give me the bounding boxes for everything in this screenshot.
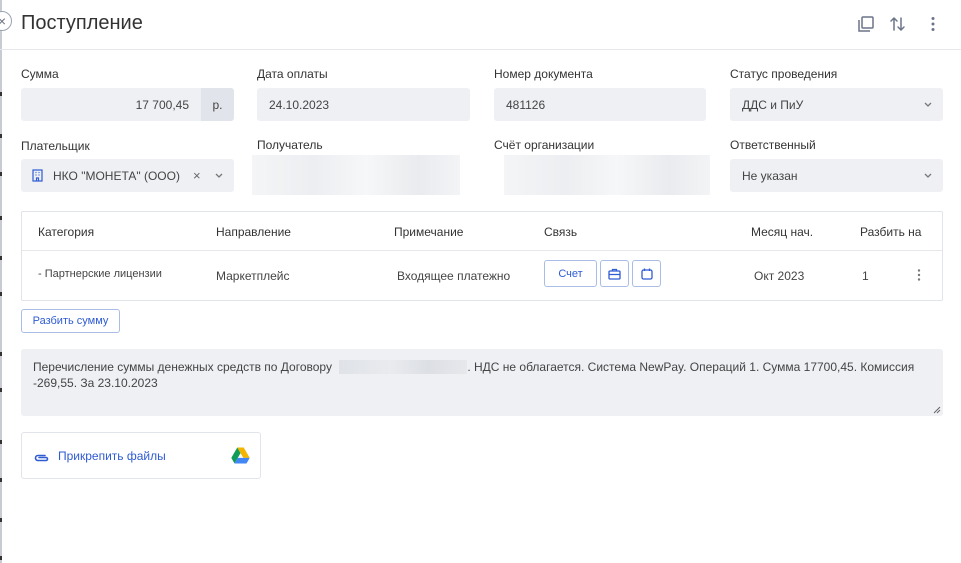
row-more-icon[interactable] (916, 268, 922, 287)
amount-input[interactable]: 17 700,45 (21, 88, 201, 121)
table-divider (22, 250, 942, 251)
column-header-category: Категория (38, 225, 95, 239)
recipient-field-redacted[interactable] (252, 155, 460, 195)
status-select[interactable]: ДДС и ПиУ (730, 88, 943, 121)
payer-value: НКО "МОНЕТА" (ООО) (53, 168, 180, 183)
chevron-down-icon (923, 99, 933, 109)
payer-select[interactable]: НКО "МОНЕТА" (ООО) × (21, 159, 234, 192)
attach-files-label[interactable]: Прикрепить файлы (58, 449, 166, 463)
calendar-icon[interactable] (632, 260, 661, 287)
payment-date-input[interactable]: 24.10.2023 (257, 88, 470, 121)
invoice-link-button[interactable]: Счет (544, 260, 597, 287)
column-header-month: Месяц нач. (751, 225, 814, 239)
chevron-down-icon (923, 170, 933, 180)
building-icon (31, 169, 44, 182)
page-title: Поступление (21, 12, 143, 34)
status-label: Статус проведения (730, 67, 838, 81)
column-header-link: Связь (544, 225, 578, 239)
column-header-split: Разбить на (860, 225, 922, 239)
sort-arrows-icon[interactable] (888, 14, 908, 34)
cell-direction[interactable]: Маркетплейс (216, 269, 290, 283)
chevron-down-icon (214, 170, 224, 180)
column-header-direction: Направление (216, 225, 291, 239)
split-amount-button[interactable]: Разбить сумму (21, 309, 120, 333)
panel-header: Поступление (0, 0, 961, 50)
cell-note[interactable]: Входящее платежно (397, 269, 510, 283)
cell-month[interactable]: Окт 2023 (754, 269, 804, 283)
more-vertical-icon[interactable] (923, 14, 943, 34)
currency-unit: р. (201, 88, 234, 121)
org-account-label: Счёт организации (494, 138, 595, 152)
cell-category[interactable]: - Партнерские лицензии (38, 268, 162, 280)
org-account-field-redacted[interactable] (504, 155, 710, 195)
resize-handle-icon[interactable] (933, 406, 941, 414)
cell-split[interactable]: 1 (862, 269, 869, 283)
google-drive-icon[interactable] (231, 447, 250, 469)
contract-number-redacted (339, 360, 468, 374)
status-value: ДДС и ПиУ (742, 97, 804, 112)
clear-icon[interactable]: × (193, 168, 201, 183)
comment-text-start: Перечисление суммы денежных средств по Д… (33, 360, 332, 374)
payer-label: Плательщик (21, 139, 90, 153)
responsible-label: Ответственный (730, 138, 816, 152)
responsible-select[interactable]: Не указан (730, 159, 943, 192)
paperclip-icon (34, 450, 50, 468)
attach-files-area[interactable]: Прикрепить файлы (21, 432, 261, 479)
comment-textarea[interactable]: Перечисление суммы денежных средств по Д… (21, 349, 943, 416)
responsible-value: Не указан (742, 168, 798, 183)
recipient-label: Получатель (257, 138, 323, 152)
doc-number-input[interactable]: 481126 (494, 88, 706, 121)
split-table: Категория Направление Примечание Связь М… (21, 211, 943, 301)
payment-date-label: Дата оплаты (257, 67, 328, 81)
column-header-note: Примечание (394, 225, 464, 239)
copy-icon[interactable] (856, 14, 876, 34)
amount-label: Сумма (21, 67, 59, 81)
briefcase-icon[interactable] (600, 260, 629, 287)
doc-number-label: Номер документа (494, 67, 593, 81)
